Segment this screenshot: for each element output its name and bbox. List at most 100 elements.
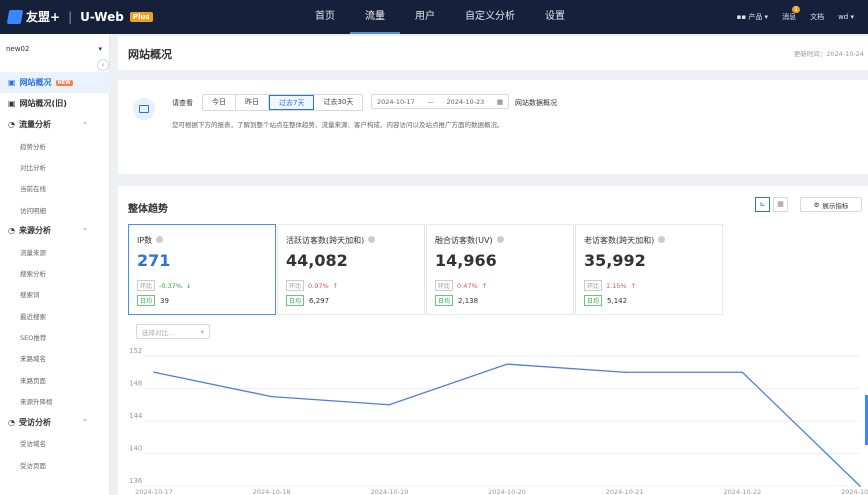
nav-item-4[interactable]: 设置 xyxy=(530,0,580,34)
average-value: 5,142 xyxy=(607,296,628,305)
average-value: 6,297 xyxy=(309,296,330,305)
updated-time: 更新时间：2024-10-24 xyxy=(793,50,864,58)
sidebar-item-9[interactable]: 搜索分析 xyxy=(0,262,110,283)
metric-card-1[interactable]: 活跃访客数(跨天加和) 44,082 环比 0.97% ↑ 日均 6,297 xyxy=(277,224,425,315)
sidebar-item-18[interactable]: 受访页面 xyxy=(0,454,110,475)
sidebar-item-14[interactable]: 来路页面 xyxy=(0,369,110,390)
data-point[interactable] xyxy=(741,371,744,374)
average-value: 39 xyxy=(160,296,169,305)
sidebar-item-8[interactable]: 流量来源 xyxy=(0,241,110,262)
info-icon[interactable] xyxy=(368,236,376,243)
filter-description: 您可根据下方的报表，了解到整个站点在整体趋势、流量来源、客户构成、内容访问以及站… xyxy=(172,121,504,129)
products-label: 产品 xyxy=(748,13,763,21)
sidebar-item-2[interactable]: ◔ 流量分析 ⌃ xyxy=(0,114,110,135)
chevron-up-icon: ⌃ xyxy=(82,418,88,427)
collapse-sidebar-button[interactable]: ‹ xyxy=(97,59,109,71)
sidebar-item-label: 最近搜索 xyxy=(20,312,46,321)
compare-select[interactable]: 选择对比... ▾ xyxy=(136,324,210,339)
info-icon[interactable] xyxy=(156,236,164,243)
period-option-3[interactable]: 过去30天 xyxy=(314,95,362,110)
chevron-down-icon: ▾ xyxy=(200,327,204,336)
data-point[interactable] xyxy=(388,403,391,406)
monitor-icon xyxy=(133,98,155,120)
average-tag: 日均 xyxy=(137,295,156,306)
sidebar-item-0[interactable]: ▣ 网站概况 NEW xyxy=(0,72,110,93)
trend-line-chart: 136 140 144 148 152 2024-10-17 2024-10-18 2024-… xyxy=(129,347,868,495)
date-separator: — xyxy=(427,97,434,106)
table-view-button[interactable]: ▦ xyxy=(773,197,788,212)
filter-label: 请查看 xyxy=(172,99,193,107)
data-point[interactable] xyxy=(153,371,155,374)
sidebar-item-label: 对比分析 xyxy=(20,163,46,172)
metric-name: 老访客数(跨天加和) xyxy=(584,235,666,246)
gear-icon: ⚙ xyxy=(813,200,820,209)
sidebar-item-3[interactable]: 趋势分析 xyxy=(0,135,110,156)
period-option-1[interactable]: 昨日 xyxy=(236,95,269,110)
chevron-up-icon: ⌃ xyxy=(82,226,88,235)
calendar-icon: ▦ xyxy=(496,97,503,106)
sidebar-item-label: 趋势分析 xyxy=(20,142,46,151)
period-option-0[interactable]: 今日 xyxy=(203,95,236,110)
metric-card-3[interactable]: 老访客数(跨天加和) 35,992 环比 1.15% ↑ 日均 5,142 xyxy=(575,224,723,315)
messages-button[interactable]: 消息 1 xyxy=(782,6,801,22)
change-value: 0.97% xyxy=(308,281,329,290)
metric-value: 14,966 xyxy=(435,251,497,270)
data-point[interactable] xyxy=(623,371,626,374)
nav-item-2[interactable]: 用户 xyxy=(400,0,450,34)
sidebar-item-11[interactable]: 最近搜索 xyxy=(0,305,110,326)
user-menu[interactable]: wd ▾ xyxy=(838,13,854,21)
nav-item-0[interactable]: 首页 xyxy=(300,0,350,34)
metric-average: 日均 5,142 xyxy=(584,295,627,306)
show-metrics-button[interactable]: ⚙ 展示指标 xyxy=(800,197,862,212)
sidebar-item-1[interactable]: ▣ 网站概况(旧) xyxy=(0,93,110,114)
sidebar-item-16[interactable]: ◔ 受访分析 ⌃ xyxy=(0,412,110,433)
sidebar-item-label: 当前在线 xyxy=(20,185,46,194)
sidebar-item-12[interactable]: SEO推荐 xyxy=(0,326,110,347)
sidebar-item-5[interactable]: 当前在线 xyxy=(0,178,110,199)
change-tag: 环比 xyxy=(435,280,454,291)
sidebar-item-13[interactable]: 来路域名 xyxy=(0,348,110,369)
site-selector[interactable]: new02 ▾ xyxy=(6,41,102,57)
metric-card-2[interactable]: 融合访客数(UV) 14,966 环比 0.47% ↑ 日均 2,138 xyxy=(426,224,574,315)
period-selector: 今日 昨日 过去7天 过去30天 xyxy=(202,94,364,111)
top-right-tools: ▪▪ 产品 ▾ 消息 1 文档 wd ▾ xyxy=(737,0,854,34)
data-point[interactable] xyxy=(859,485,861,487)
y-tick-label: 152 xyxy=(129,347,142,355)
brand-divider: | xyxy=(68,9,73,24)
site-selector-value: new02 xyxy=(6,45,30,53)
date-range-picker[interactable]: 2024-10-17 — 2024-10-23 ▦ xyxy=(371,94,509,109)
sidebar-item-7[interactable]: ◔ 来源分析 ⌃ xyxy=(0,220,110,241)
change-value: 0.47% xyxy=(457,281,478,290)
top-navbar: 友盟+ | U-Web Plus 首页 流量 用户 自定义分析 设置 ▪▪ 产品 ▾ 消… xyxy=(0,0,868,34)
brand-logo[interactable]: 友盟+ | U-Web Plus xyxy=(6,8,153,25)
page-header: 网站概况 更新时间：2024-10-24 xyxy=(118,36,868,70)
change-tag: 环比 xyxy=(286,280,305,291)
plus-badge: Plus xyxy=(129,11,153,22)
info-icon[interactable] xyxy=(658,236,666,243)
docs-link[interactable]: 文档 xyxy=(810,12,824,22)
info-icon[interactable] xyxy=(496,236,504,243)
group-icon: ◔ xyxy=(8,226,15,236)
metric-name: 活跃访客数(跨天加和) xyxy=(286,235,376,246)
metric-card-0[interactable]: IP数 271 环比 -0.37% ↓ 日均 39 xyxy=(128,224,276,315)
nav-item-1[interactable]: 流量 xyxy=(350,0,400,34)
y-tick-label: 144 xyxy=(129,412,143,420)
metric-change: 环比 1.15% ↑ xyxy=(584,280,636,291)
y-tick-label: 148 xyxy=(129,380,142,388)
data-point[interactable] xyxy=(270,395,273,398)
products-menu[interactable]: ▪▪ 产品 ▾ xyxy=(737,12,768,22)
sidebar-item-4[interactable]: 对比分析 xyxy=(0,156,110,177)
sidebar-item-17[interactable]: 受访域名 xyxy=(0,433,110,454)
sidebar-item-6[interactable]: 访问明细 xyxy=(0,199,110,220)
x-tick-label: 2024-10-22 xyxy=(723,488,761,495)
filter-panel: 请查看 今日 昨日 过去7天 过去30天 2024-10-17 — 2024-10-2… xyxy=(118,80,868,174)
sidebar-item-15[interactable]: 来源升降榜 xyxy=(0,390,110,411)
nav-item-3[interactable]: 自定义分析 xyxy=(450,0,530,34)
period-option-2[interactable]: 过去7天 xyxy=(269,95,315,110)
data-point[interactable] xyxy=(506,363,508,365)
sidebar-item-label: SEO推荐 xyxy=(20,334,47,343)
sidebar-item-10[interactable]: 搜索词 xyxy=(0,284,110,305)
series-line xyxy=(153,363,861,487)
sidebar-item-label: 来源分析 xyxy=(18,226,51,236)
line-chart-view-button[interactable]: ⊾ xyxy=(755,197,770,212)
